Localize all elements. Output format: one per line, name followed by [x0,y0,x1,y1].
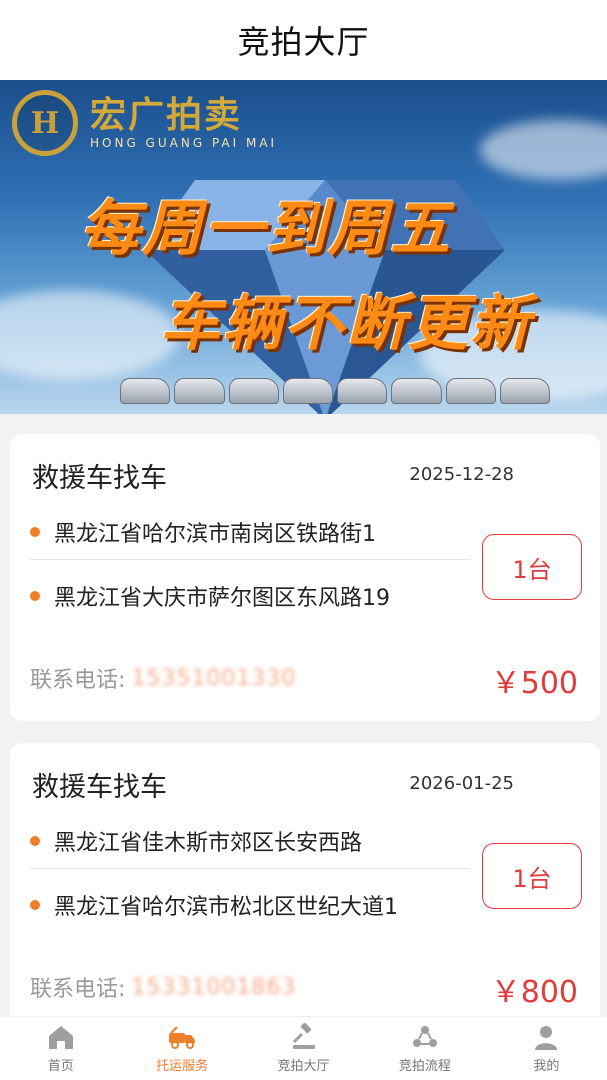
order-card[interactable]: 救援车找车 2026-01-25 黑龙江省佳木斯市郊区长安西路 黑龙江省哈尔滨市… [10,743,600,1030]
bullet-dot-icon [30,527,40,537]
bullet-dot-icon [30,591,40,601]
destination-address-text: 黑龙江省哈尔滨市松北区世纪大道1 [54,895,398,920]
tab-auction-hall[interactable]: 竞拍大厅 [243,1017,364,1080]
user-icon [535,1026,558,1050]
destination-address: 黑龙江省哈尔滨市松北区世纪大道1 [30,889,398,921]
order-price: ￥800 [490,975,578,1010]
tab-label: 托运服务 [156,1059,209,1074]
home-icon [48,1026,73,1049]
order-date: 2025-12-28 [409,464,514,485]
tab-label: 我的 [533,1059,560,1074]
brand-name-en: HONG GUANG PAI MAI [90,136,278,150]
tab-auction-process[interactable]: 竞拍流程 [364,1017,485,1080]
tow-truck-icon [169,1026,196,1049]
tab-label: 竞拍大厅 [277,1059,330,1074]
order-date: 2026-01-25 [409,773,514,794]
promo-banner[interactable]: H 宏广拍卖 HONG GUANG PAI MAI 每周一到周五 车辆不断更新 [0,80,607,414]
order-price: ￥500 [490,666,578,701]
banner-slogan-line1: 每周一到周五 [80,194,452,264]
cars-illustration [120,368,550,408]
origin-address: 黑龙江省哈尔滨市南岗区铁路街1 [30,516,376,548]
phone-label: 联系电话: [30,668,126,693]
page-title: 竞拍大厅 [237,23,370,61]
brand-logo: H 宏广拍卖 HONG GUANG PAI MAI [12,90,277,156]
bullet-dot-icon [30,900,40,910]
top-bar: 竞拍大厅 [0,0,607,80]
quantity-button[interactable]: 1台 [482,843,582,909]
destination-address-text: 黑龙江省大庆市萨尔图区东风路19 [54,586,390,611]
phone-number[interactable]: 15331001863 [131,975,296,1000]
bottom-tab-bar: 首页 托运服务 竞拍大厅 竞拍流程 我的 [0,1016,607,1080]
order-title: 救援车找车 [32,772,167,803]
gavel-icon [292,1023,315,1049]
bullet-dot-icon [30,836,40,846]
brand-name-cn: 宏广拍卖 [90,95,243,136]
tab-towing-service[interactable]: 托运服务 [121,1017,242,1080]
divider [30,868,470,869]
tab-label: 首页 [47,1059,74,1074]
destination-address: 黑龙江省大庆市萨尔图区东风路19 [30,580,390,612]
quantity-button[interactable]: 1台 [482,534,582,600]
logo-icon: H [12,90,78,156]
tab-label: 竞拍流程 [398,1059,451,1074]
origin-address: 黑龙江省佳木斯市郊区长安西路 [30,825,362,857]
phone-number[interactable]: 15351001330 [131,666,296,691]
order-card[interactable]: 救援车找车 2025-12-28 黑龙江省哈尔滨市南岗区铁路街1 黑龙江省大庆市… [10,434,600,721]
order-title: 救援车找车 [32,463,167,494]
origin-address-text: 黑龙江省哈尔滨市南岗区铁路街1 [54,522,376,547]
origin-address-text: 黑龙江省佳木斯市郊区长安西路 [54,831,363,856]
banner-slogan-line2: 车辆不断更新 [160,289,532,359]
tab-mine[interactable]: 我的 [486,1017,607,1080]
divider [30,559,470,560]
tab-home[interactable]: 首页 [0,1017,121,1080]
phone-label: 联系电话: [30,977,126,1002]
contact-phone: 联系电话: 15331001863 [30,971,296,1003]
process-icon [412,1026,437,1047]
contact-phone: 联系电话: 15351001330 [30,662,296,694]
